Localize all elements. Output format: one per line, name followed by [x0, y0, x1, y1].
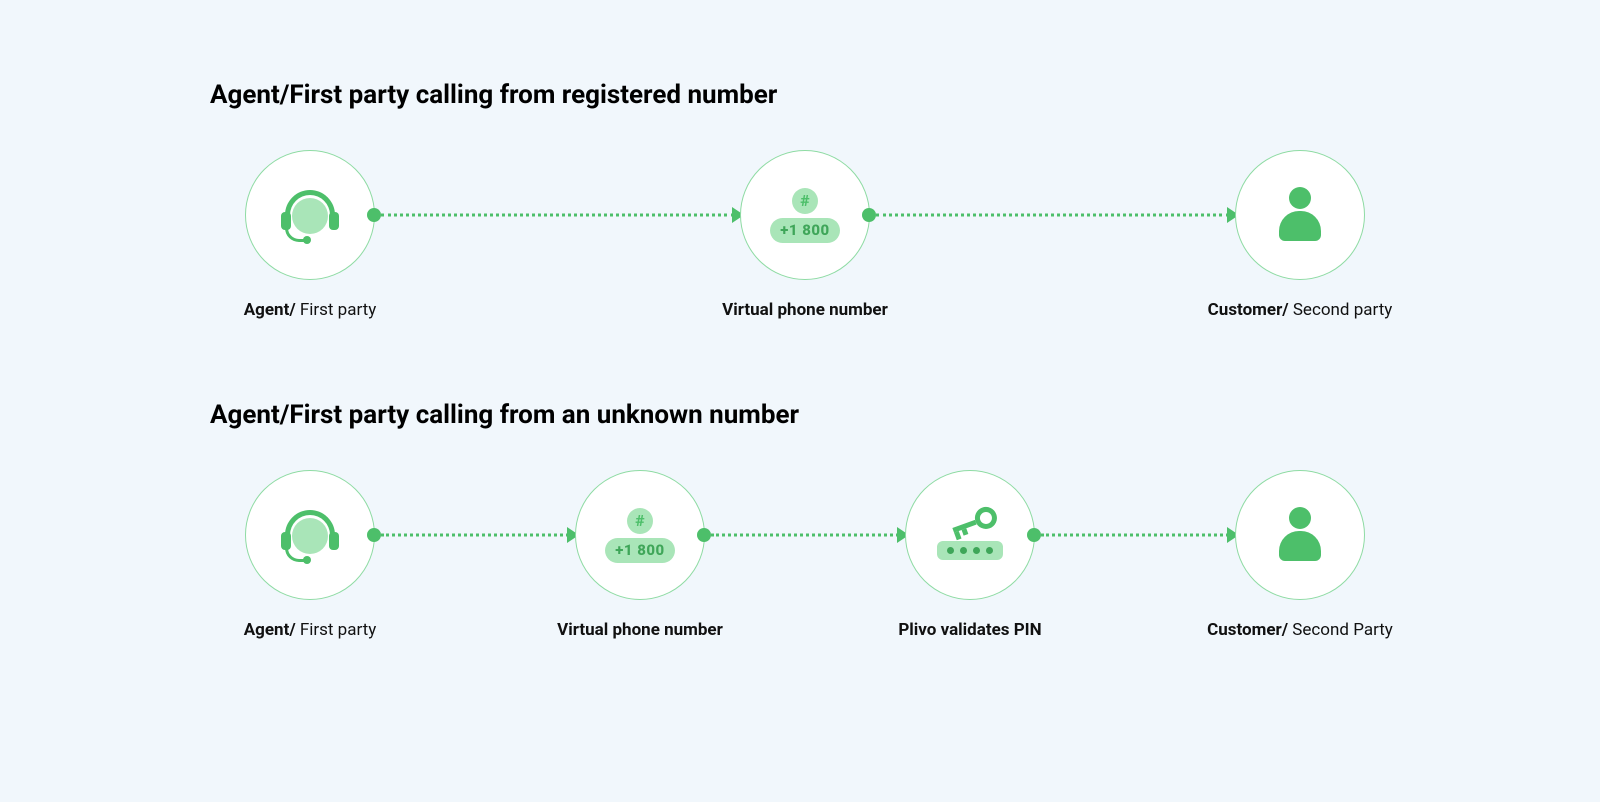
connector [699, 534, 911, 536]
node-circle-virtual: # +1 800 [740, 150, 870, 280]
section-unknown: Agent/First party calling from an unknow… [210, 400, 1400, 600]
connector-start-dot-icon [1027, 528, 1041, 542]
connector [864, 214, 1241, 216]
node-customer: Customer/ Second party [1235, 150, 1365, 280]
node-virtual: # +1 800 Virtual phone number [575, 470, 705, 600]
node-agent: Agent/ First party [245, 150, 375, 280]
node-label-virtual: Virtual phone number [675, 300, 935, 320]
node-circle-customer [1235, 470, 1365, 600]
connector [369, 534, 581, 536]
node-pin: Plivo validates PIN [905, 470, 1035, 600]
section-title-registered: Agent/First party calling from registere… [210, 80, 1400, 110]
phone-number-icon: # +1 800 [770, 188, 839, 243]
node-customer: Customer/ Second Party [1235, 470, 1365, 600]
pin-pad-icon [937, 541, 1003, 560]
hash-icon: # [627, 508, 653, 534]
phone-number-icon: # +1 800 [605, 508, 674, 563]
connector-start-dot-icon [367, 208, 381, 222]
key-icon [949, 503, 1000, 541]
phone-pill: +1 800 [770, 218, 839, 243]
connector-start-dot-icon [697, 528, 711, 542]
connector [369, 214, 746, 216]
node-label-pin: Plivo validates PIN [840, 620, 1100, 640]
node-label-customer: Customer/ Second party [1170, 300, 1430, 320]
user-icon [1275, 187, 1325, 243]
flow-unknown: Agent/ First party # +1 800 Virtual phon… [210, 470, 1400, 600]
section-registered: Agent/First party calling from registere… [210, 80, 1400, 280]
flow-registered: Agent/ First party # +1 800 Virtual phon… [210, 150, 1400, 280]
node-circle-pin [905, 470, 1035, 600]
node-label-customer: Customer/ Second Party [1170, 620, 1430, 640]
node-label-agent: Agent/ First party [180, 620, 440, 640]
node-agent: Agent/ First party [245, 470, 375, 600]
node-circle-agent [245, 470, 375, 600]
connector-start-dot-icon [367, 528, 381, 542]
hash-icon: # [792, 188, 818, 214]
node-circle-virtual: # +1 800 [575, 470, 705, 600]
headset-icon [281, 186, 339, 244]
headset-icon [281, 506, 339, 564]
node-circle-customer [1235, 150, 1365, 280]
pin-key-icon [935, 511, 1005, 560]
user-icon [1275, 507, 1325, 563]
section-title-unknown: Agent/First party calling from an unknow… [210, 400, 1400, 430]
phone-pill: +1 800 [605, 538, 674, 563]
node-virtual: # +1 800 Virtual phone number [740, 150, 870, 280]
node-circle-agent [245, 150, 375, 280]
connector [1029, 534, 1241, 536]
connector-start-dot-icon [862, 208, 876, 222]
node-label-virtual: Virtual phone number [510, 620, 770, 640]
node-label-agent: Agent/ First party [180, 300, 440, 320]
